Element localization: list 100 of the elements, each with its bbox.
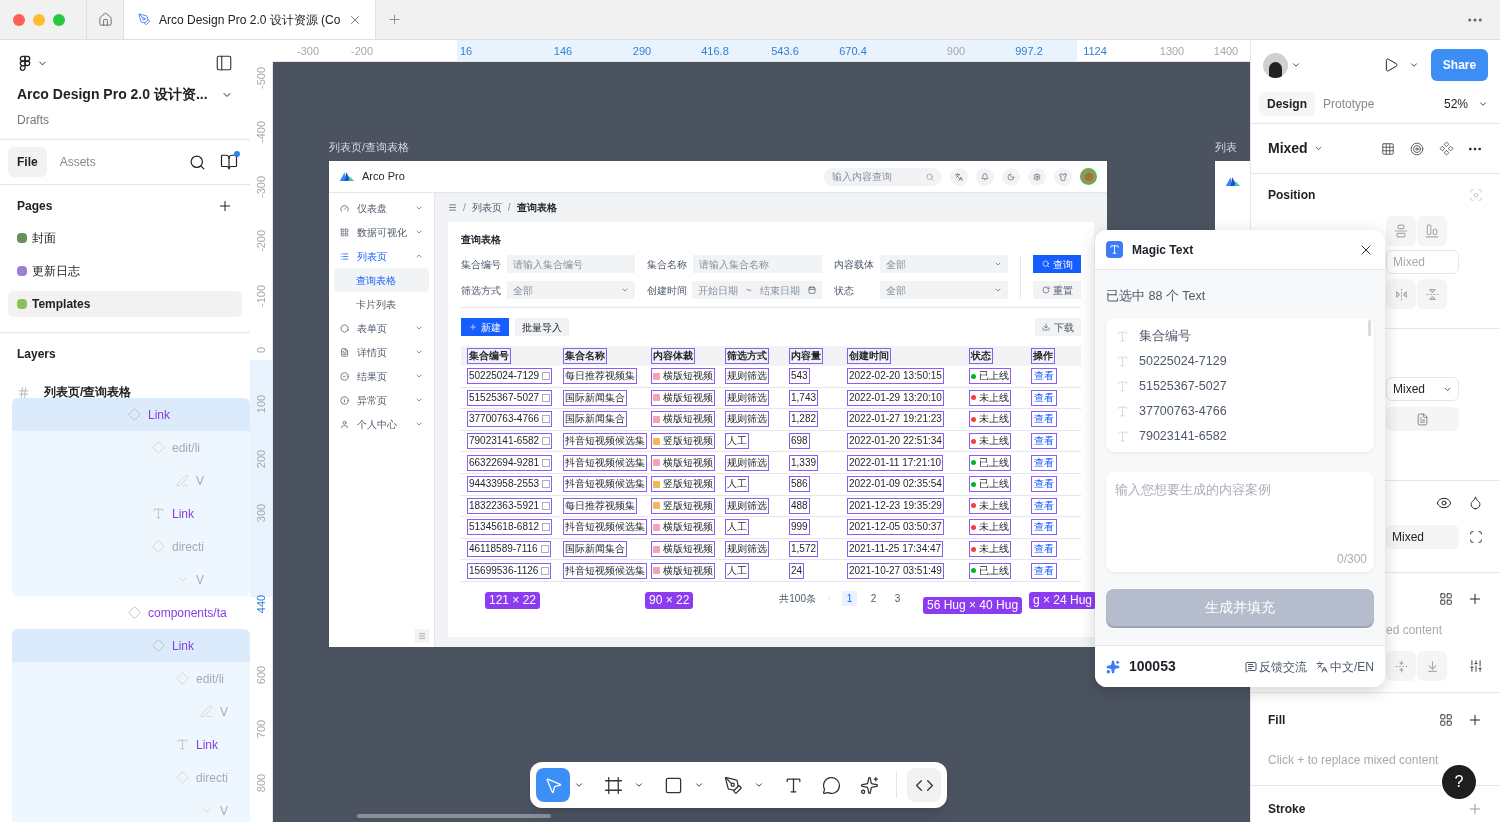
breadcrumb-item[interactable]: 列表页 [471, 200, 502, 215]
figma-menu-icon[interactable] [17, 55, 33, 71]
expand-icon[interactable] [1469, 530, 1483, 544]
frame-label[interactable]: 列表页/查询表格 [329, 139, 410, 156]
flip-horizontal-icon[interactable] [1394, 287, 1408, 301]
menu-item[interactable]: 异常页 [334, 388, 429, 412]
styles-icon[interactable] [1439, 592, 1453, 606]
search-field[interactable]: 输入内容查询 [824, 167, 942, 186]
submenu-item[interactable]: 卡片列表 [334, 292, 429, 316]
view-link[interactable]: 查看 [1031, 497, 1057, 514]
align-bottom-icon[interactable] [1425, 224, 1439, 238]
checkbox[interactable] [540, 545, 549, 554]
select-field[interactable]: 全部 [507, 281, 636, 299]
checkbox[interactable] [542, 437, 551, 446]
view-link[interactable]: 查看 [1031, 562, 1057, 579]
language-link[interactable]: 中文/EN [1330, 657, 1374, 676]
view-link[interactable]: 查看 [1031, 541, 1057, 558]
new-button[interactable]: 新建 [461, 318, 509, 336]
import-button[interactable]: 批量导入 [515, 318, 569, 336]
text-list-item[interactable]: 51525367-5027 [1116, 373, 1364, 399]
grid-icon[interactable] [1381, 141, 1395, 156]
checkbox[interactable] [542, 393, 551, 402]
layer-row[interactable]: Link [12, 629, 250, 662]
layer-row[interactable]: components/ta [0, 596, 250, 629]
move-tool[interactable] [536, 768, 570, 802]
view-link[interactable]: 查看 [1031, 389, 1057, 406]
add-icon[interactable] [217, 198, 233, 214]
view-link[interactable]: 查看 [1031, 519, 1057, 536]
menu-item[interactable]: 表单页 [334, 316, 429, 340]
close-window-button[interactable] [13, 13, 25, 26]
view-link[interactable]: 查看 [1031, 368, 1057, 385]
blend-icon[interactable] [1468, 495, 1483, 510]
present-icon[interactable] [1383, 57, 1399, 73]
select-field[interactable]: 全部 [879, 281, 1008, 299]
view-link[interactable]: 查看 [1031, 454, 1057, 471]
view-link[interactable]: 查看 [1031, 411, 1057, 428]
constraint-select[interactable]: Mixed [1386, 377, 1459, 401]
text-list-item[interactable]: 79023141-6582 [1116, 423, 1364, 449]
search-button[interactable]: 查询 [1033, 255, 1081, 273]
maximize-window-button[interactable] [53, 13, 65, 26]
user-avatar[interactable] [1263, 52, 1288, 78]
dev-mode-toggle[interactable] [907, 768, 941, 802]
file-title[interactable]: Arco Design Pro 2.0 设计资... [17, 84, 208, 105]
panel-tab[interactable]: Design [1259, 91, 1315, 116]
checkbox[interactable] [542, 372, 551, 381]
header-icon-button[interactable] [950, 167, 968, 186]
spacing-icon[interactable] [1394, 659, 1408, 673]
align-middle-icon[interactable] [1394, 224, 1408, 238]
component-icon[interactable] [1439, 141, 1454, 156]
text-field[interactable]: 请输入集合编号 [507, 255, 636, 273]
text-list-item[interactable]: 50225024-7129 [1116, 348, 1364, 374]
page-number[interactable]: 1 [842, 590, 857, 606]
add-icon[interactable] [1467, 712, 1483, 728]
text-field[interactable]: 请输入集合名称 [693, 255, 822, 273]
checkbox[interactable] [542, 480, 551, 489]
page-item[interactable]: Templates [8, 291, 242, 317]
tool-menu-icon[interactable] [574, 780, 584, 790]
home-icon[interactable] [97, 12, 113, 27]
menu-item[interactable]: 个人中心 [334, 412, 429, 436]
text-list-item[interactable]: 37700763-4766 [1116, 398, 1364, 424]
layer-row[interactable]: Link [12, 398, 250, 431]
zoom-level[interactable]: 52% [1443, 94, 1468, 113]
library-icon[interactable] [220, 153, 238, 171]
panel-toggle-icon[interactable] [215, 54, 233, 72]
reset-button[interactable]: 重置 [1033, 281, 1081, 299]
page-number[interactable]: 2 [866, 590, 881, 606]
sidebar-tab[interactable]: File [8, 147, 47, 177]
panel-tab[interactable]: Prototype [1315, 91, 1383, 116]
search-icon[interactable] [189, 153, 206, 171]
add-icon[interactable] [1467, 591, 1483, 607]
menu-item[interactable]: 仪表盘 [334, 196, 429, 220]
header-icon-button[interactable] [1002, 167, 1020, 186]
header-icon-button[interactable] [1054, 167, 1072, 186]
header-icon-button[interactable] [1028, 167, 1046, 186]
selection-type[interactable]: Mixed [1268, 138, 1308, 159]
view-link[interactable]: 查看 [1031, 476, 1057, 493]
text-list-item[interactable]: 集合编号 [1116, 323, 1364, 349]
header-icon-button[interactable] [976, 167, 994, 186]
opacity-field[interactable]: Mixed [1386, 525, 1459, 549]
menu-item[interactable]: 详情页 [334, 340, 429, 364]
layer-row[interactable]: Link [12, 728, 250, 761]
sidebar-tab[interactable]: Assets [50, 147, 105, 177]
submenu-item[interactable]: 查询表格 [334, 268, 429, 292]
download-button[interactable]: 下载 [1035, 318, 1081, 336]
page-item[interactable]: 封面 [8, 225, 242, 251]
tool-menu-icon[interactable] [754, 780, 764, 790]
checkbox[interactable] [541, 566, 550, 575]
menu-item[interactable]: 数据可视化 [334, 220, 429, 244]
checkbox[interactable] [542, 458, 551, 467]
text-align-icon[interactable] [1416, 412, 1429, 426]
chevron-icon[interactable] [1409, 60, 1419, 70]
date-range-field[interactable]: 开始日期 ~ 结束日期 [691, 281, 822, 299]
target-icon[interactable] [1410, 141, 1424, 156]
menu-item[interactable]: 列表页 [334, 244, 429, 268]
tool-menu-icon[interactable] [694, 780, 704, 790]
share-button[interactable]: Share [1431, 49, 1488, 81]
browser-tab[interactable]: Arco Design Pro 2.0 设计资源 (Co [124, 0, 376, 39]
visibility-icon[interactable] [1436, 495, 1452, 511]
view-link[interactable]: 查看 [1031, 433, 1057, 450]
checkbox[interactable] [542, 501, 551, 510]
